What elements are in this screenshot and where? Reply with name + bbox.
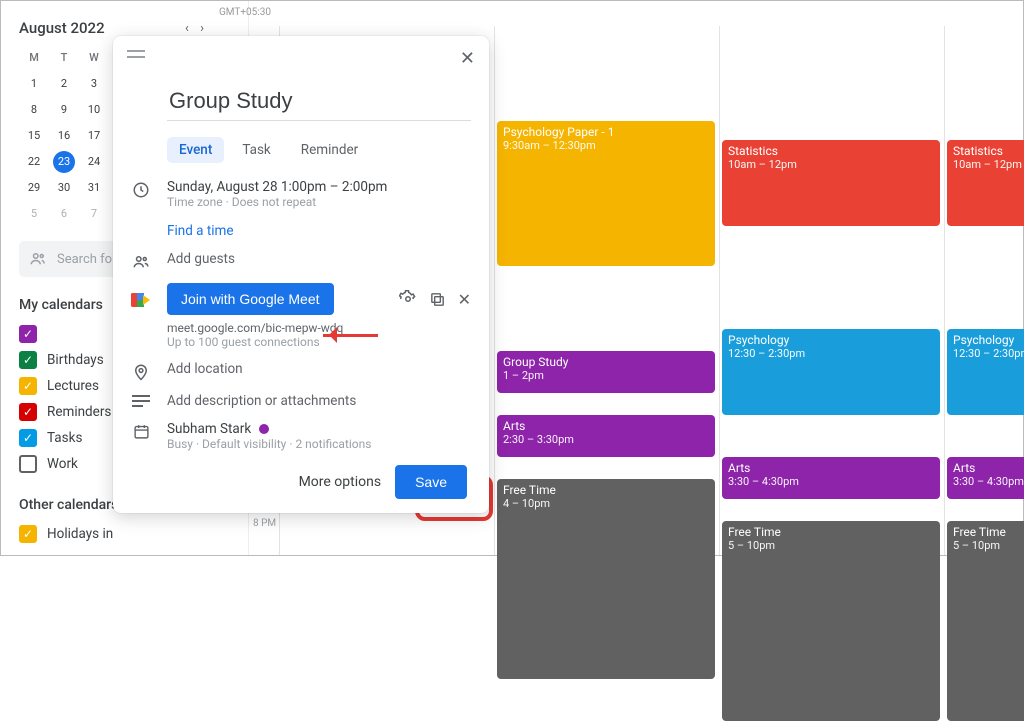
calendar-event[interactable]: Arts2:30 – 3:30pm — [497, 415, 715, 457]
event-create-popover: ✕ Event Task Reminder Sunday, August 28 … — [113, 36, 489, 513]
add-guests-input[interactable]: Add guests — [167, 251, 471, 267]
mini-cal-month: August 2022 — [19, 19, 105, 37]
calendar-label: Work — [47, 456, 78, 472]
mini-cal-day[interactable]: 2 — [49, 71, 79, 97]
mini-cal-day[interactable]: 15 — [19, 123, 49, 149]
join-google-meet-button[interactable]: Join with Google Meet — [167, 283, 334, 315]
copy-meet-link-icon[interactable] — [429, 291, 446, 308]
mini-cal-day[interactable]: 24 — [79, 149, 109, 175]
checkbox-icon[interactable] — [19, 525, 37, 543]
event-title-input[interactable] — [167, 87, 471, 121]
calendar-event[interactable]: Arts3:30 – 4:30pm — [947, 457, 1024, 499]
remove-meet-icon[interactable]: ✕ — [458, 290, 471, 309]
clock-icon — [131, 179, 151, 199]
calendar-color-dot — [259, 424, 269, 434]
checkbox-icon[interactable] — [19, 403, 37, 421]
calendar-event[interactable]: Psychology Paper - 19:30am – 12:30pm — [497, 121, 715, 266]
checkbox-icon[interactable] — [19, 455, 37, 473]
calendar-event[interactable]: Group Study1 – 2pm — [497, 351, 715, 393]
calendar-event[interactable]: Statistics10am – 12pm — [947, 140, 1024, 226]
calendar-label: Holidays in — [47, 526, 113, 542]
checkbox-icon[interactable] — [19, 429, 37, 447]
calendar-event[interactable]: Statistics10am – 12pm — [722, 140, 940, 226]
mini-cal-day[interactable]: 8 — [19, 97, 49, 123]
mini-cal-day[interactable]: 16 — [49, 123, 79, 149]
meet-link-text: meet.google.com/bic-mepw-wdq — [167, 321, 471, 335]
calendar-event[interactable]: Arts3:30 – 4:30pm — [722, 457, 940, 499]
calendar-label: Lectures — [47, 378, 99, 394]
calendar-event[interactable]: Free Time5 – 10pm — [947, 521, 1024, 721]
description-icon — [131, 393, 151, 409]
add-location-input[interactable]: Add location — [167, 361, 471, 377]
mini-cal-day[interactable]: 17 — [79, 123, 109, 149]
timezone-label: GMT+05:30 — [219, 7, 271, 18]
event-datetime[interactable]: Sunday, August 28 1:00pm – 2:00pm — [167, 179, 471, 195]
calendar-label: Birthdays — [47, 352, 104, 368]
calendar-label: Tasks — [47, 430, 82, 446]
mini-cal-day[interactable]: 23 — [53, 151, 75, 173]
mini-cal-day[interactable]: 3 — [79, 71, 109, 97]
calendar-event[interactable]: Psychology12:30 – 2:30pm — [947, 329, 1024, 415]
visibility-notifications-text[interactable]: Busy · Default visibility · 2 notificati… — [167, 437, 471, 451]
tab-task[interactable]: Task — [230, 137, 282, 163]
tab-reminder[interactable]: Reminder — [289, 137, 370, 163]
mini-cal-day[interactable]: 1 — [19, 71, 49, 97]
add-description-input[interactable]: Add description or attachments — [167, 393, 471, 409]
guests-icon — [131, 251, 151, 271]
tab-event[interactable]: Event — [167, 137, 224, 163]
meet-capacity-text: Up to 100 guest connections — [167, 335, 471, 349]
mini-cal-day[interactable]: 9 — [49, 97, 79, 123]
calendar-label: Reminders — [47, 404, 111, 420]
find-a-time-link[interactable]: Find a time — [167, 223, 471, 239]
close-icon[interactable]: ✕ — [460, 48, 475, 69]
mini-cal-day[interactable]: 29 — [19, 175, 49, 201]
hour-label-8pm: 8 PM — [253, 518, 276, 529]
event-datetime-sub[interactable]: Time zone · Does not repeat — [167, 195, 471, 209]
mini-cal-day[interactable]: 30 — [49, 175, 79, 201]
calendar-event[interactable]: Psychology12:30 – 2:30pm — [722, 329, 940, 415]
mini-cal-day[interactable]: 10 — [79, 97, 109, 123]
google-meet-icon — [131, 291, 151, 307]
calendar-toggle-holidays[interactable]: Holidays in — [19, 521, 238, 547]
calendar-event[interactable]: Free Time4 – 10pm — [497, 479, 715, 679]
mini-cal-day[interactable]: 22 — [19, 149, 49, 175]
mini-cal-day[interactable]: 7 — [79, 201, 109, 227]
drag-handle-icon[interactable] — [127, 48, 145, 69]
mini-cal-day[interactable]: 6 — [49, 201, 79, 227]
checkbox-icon[interactable] — [19, 325, 37, 343]
calendar-owner-name[interactable]: Subham Stark — [167, 421, 251, 437]
meet-settings-icon[interactable] — [399, 290, 417, 308]
location-icon — [131, 361, 151, 381]
mini-cal-day[interactable]: 31 — [79, 175, 109, 201]
arrow-annotation — [323, 325, 393, 345]
save-button[interactable]: Save — [395, 465, 467, 499]
calendar-event[interactable]: Free Time5 – 10pm — [722, 521, 940, 721]
mini-cal-day[interactable]: 5 — [19, 201, 49, 227]
checkbox-icon[interactable] — [19, 377, 37, 395]
more-options-button[interactable]: More options — [299, 474, 382, 490]
people-icon — [29, 250, 47, 268]
calendar-owner-icon — [131, 421, 151, 440]
checkbox-icon[interactable] — [19, 351, 37, 369]
